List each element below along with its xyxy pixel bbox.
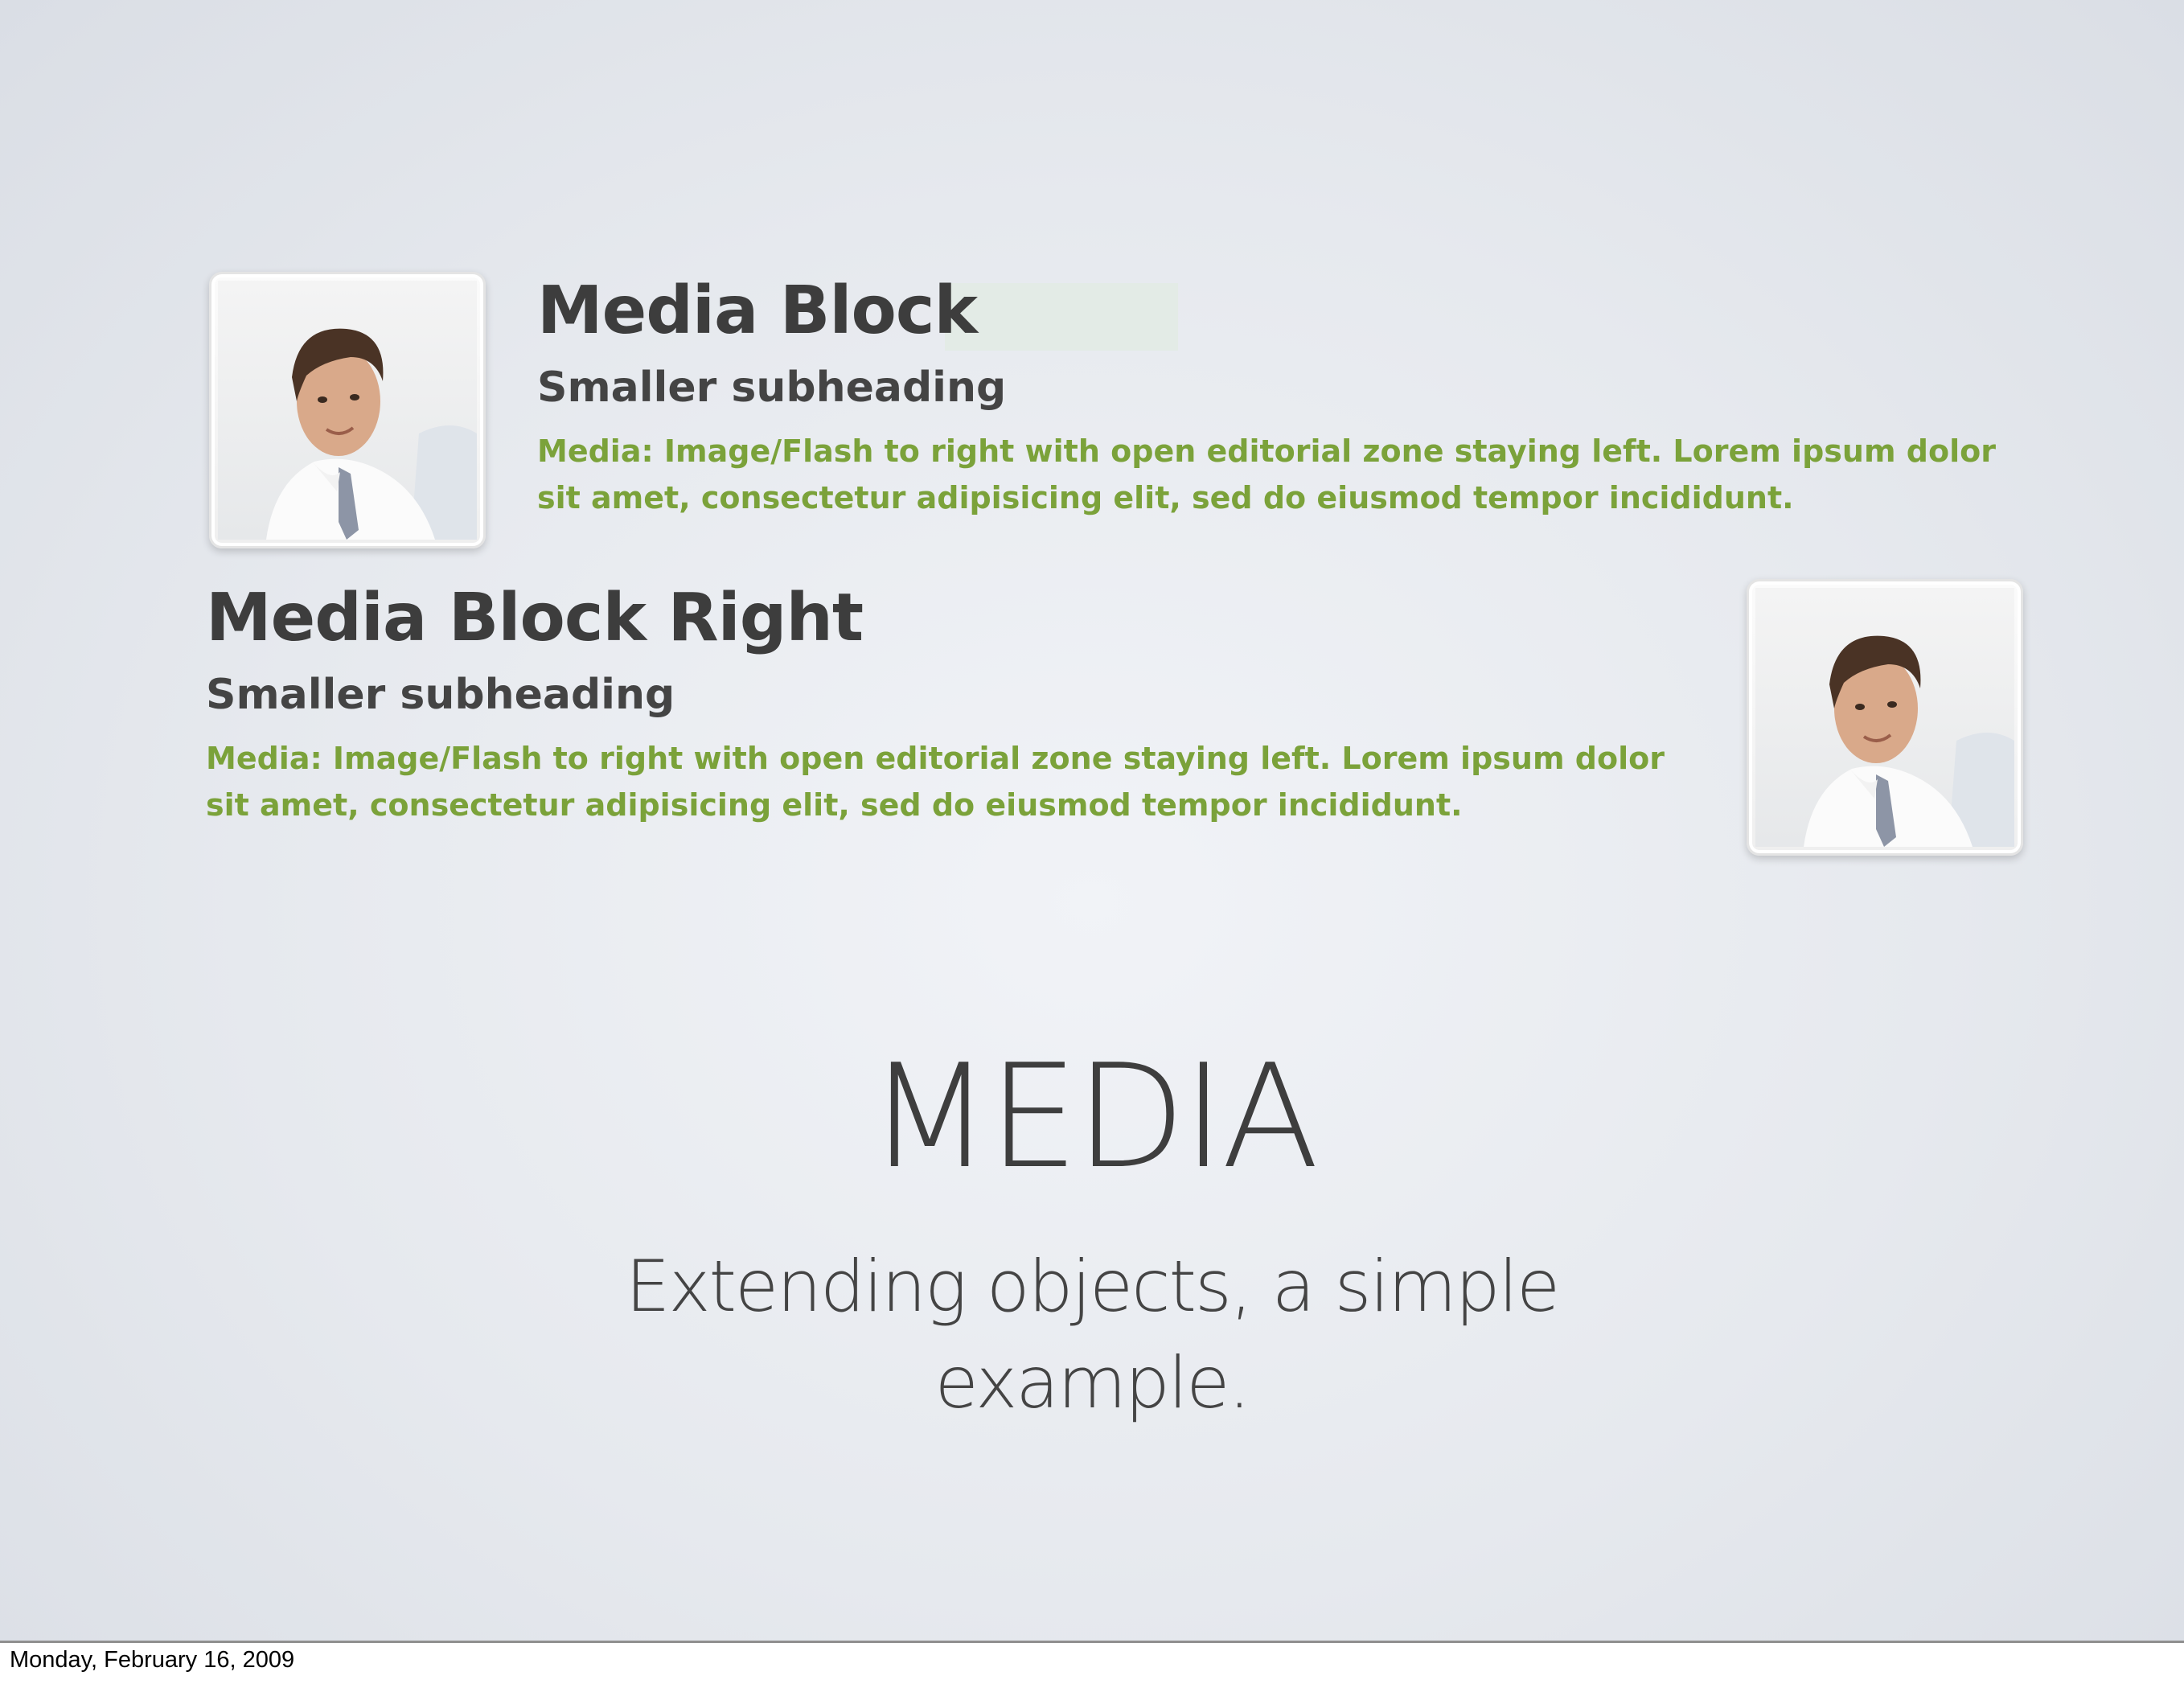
media-block-subheading: Smaller subheading	[537, 363, 1007, 412]
person-photo-icon	[218, 281, 477, 540]
title-highlight-box	[945, 283, 1178, 351]
footer-divider	[0, 1641, 2184, 1643]
media-block-right-subheading: Smaller subheading	[206, 671, 675, 719]
media-block-right-title: Media Block Right	[206, 580, 864, 656]
slide-subtitle: Extending objects, a simple example.	[0, 1238, 2184, 1431]
media-thumbnail-left	[209, 272, 486, 548]
media-thumbnail-right	[1747, 579, 2023, 856]
slide-canvas: Media Block Smaller subheading Media: Im…	[0, 0, 2184, 1641]
slide-subtitle-line-1: Extending objects, a simple	[625, 1245, 1560, 1328]
slide-title: MEDIA	[868, 1033, 1319, 1200]
footer-date: Monday, February 16, 2009	[10, 1647, 295, 1673]
slide-subtitle-line-2: example.	[934, 1341, 1251, 1424]
media-block-right-body: Media: Image/Flash to right with open ed…	[206, 741, 1665, 823]
media-block-title: Media Block	[537, 273, 978, 349]
person-photo-icon	[1755, 588, 2014, 847]
media-block-body: Media: Image/Flash to right with open ed…	[537, 433, 1996, 515]
